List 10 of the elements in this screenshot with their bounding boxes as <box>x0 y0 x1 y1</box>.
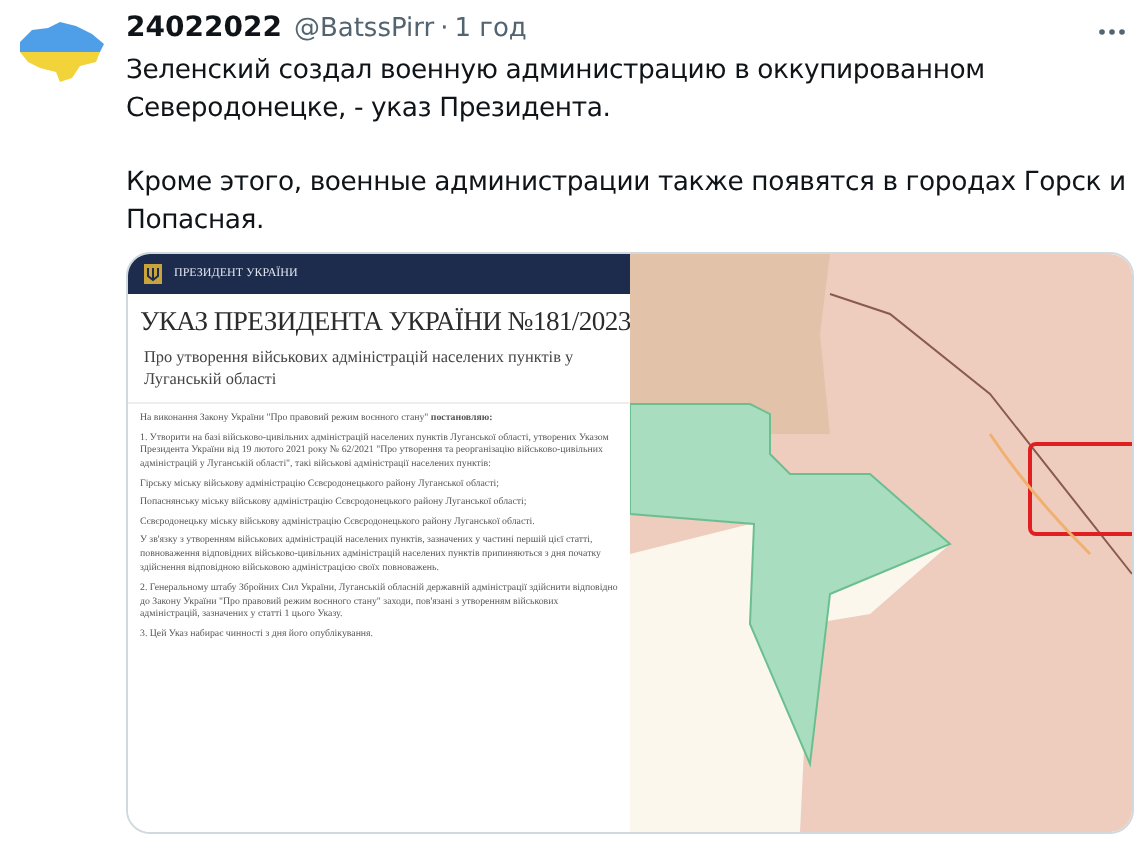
more-options-icon[interactable] <box>1098 28 1126 36</box>
post-time[interactable]: 1 год <box>454 14 527 44</box>
separator-dot: · <box>440 14 449 44</box>
author-name[interactable]: 24022022 <box>126 12 282 44</box>
document-title: УКАЗ ПРЕЗИДЕНТА УКРАЇНИ №181/2023 <box>138 304 630 340</box>
author-handle[interactable]: @BatssPirr <box>293 14 435 44</box>
tweet-text: Зеленский создал военную администрацию в оккупированном Северодонецке, - указ Президента. <box>126 54 987 128</box>
tweet-text: Кроме этого, военные администрации также появятся в городах Горск и Попасная. <box>126 166 1128 240</box>
trident-emblem-icon <box>144 264 162 284</box>
attached-image[interactable] <box>126 252 1134 834</box>
